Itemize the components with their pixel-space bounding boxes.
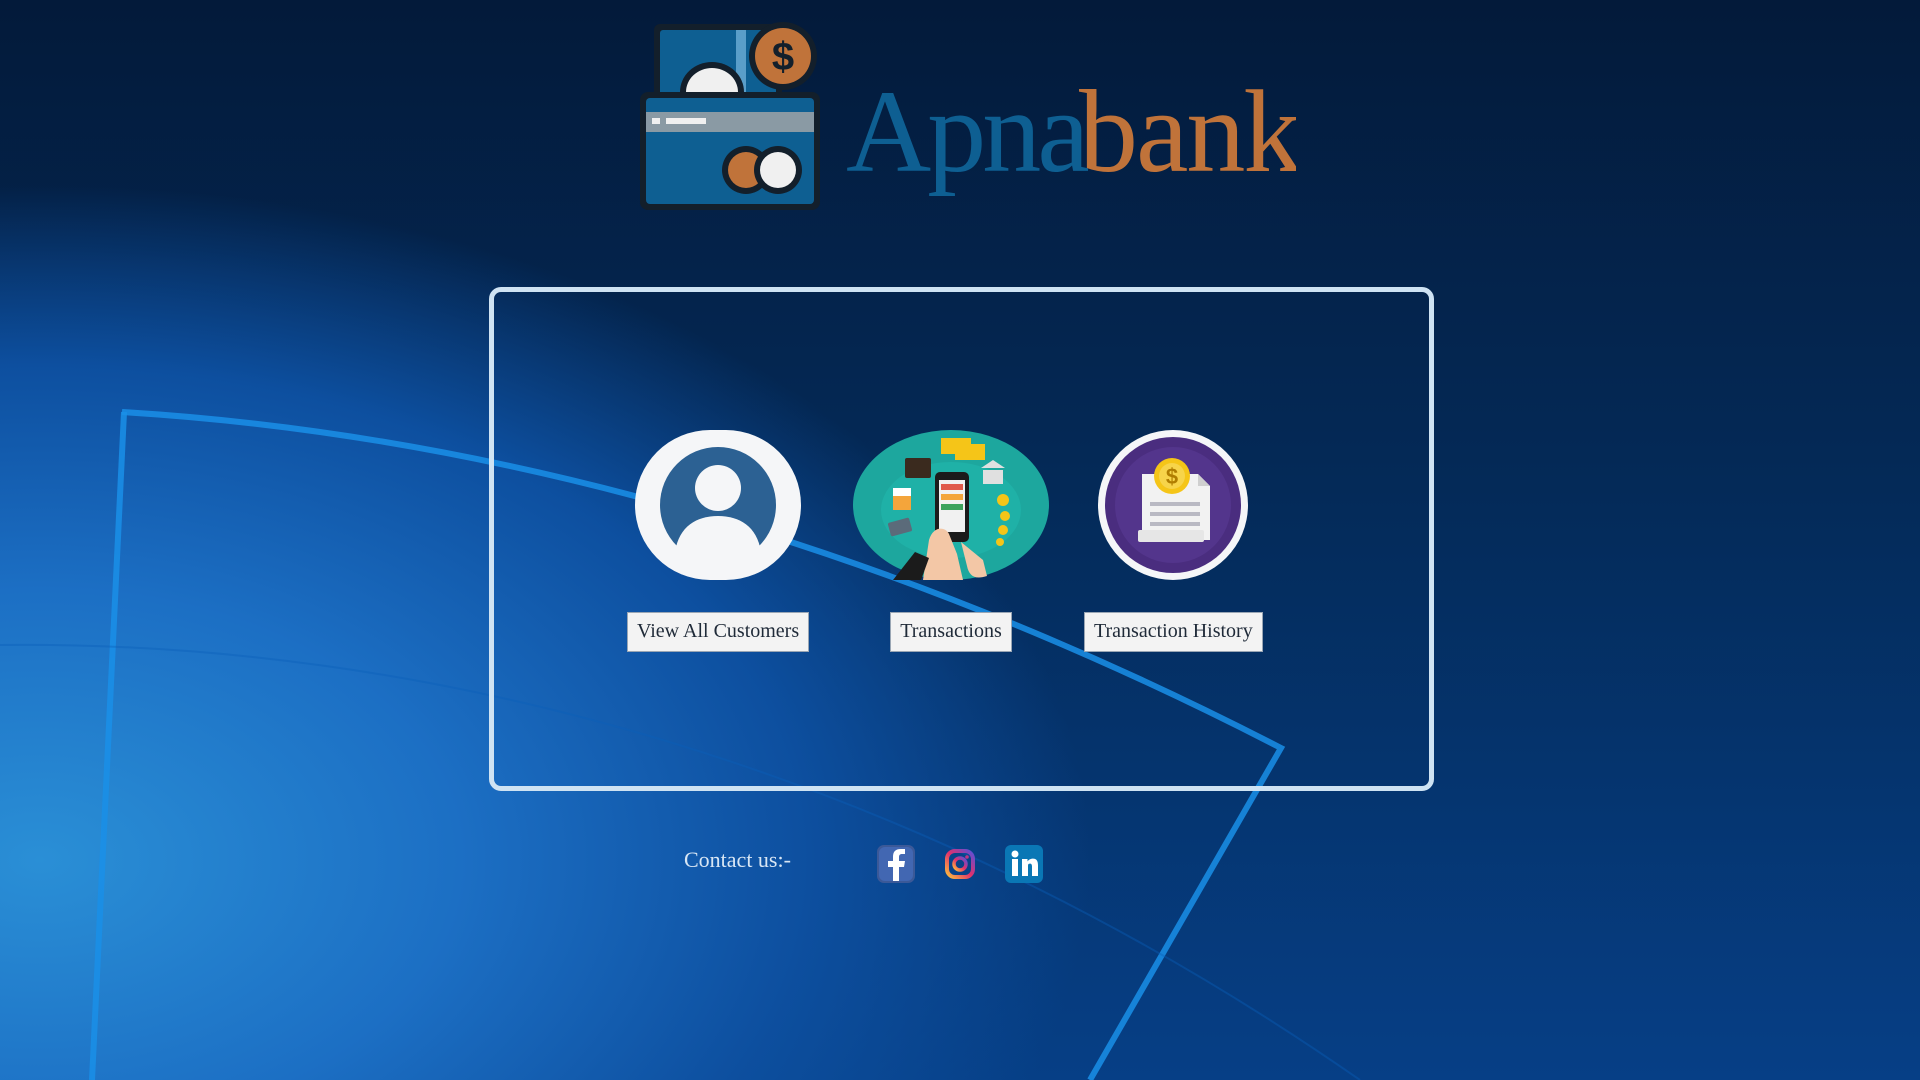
svg-text:$: $ — [1166, 464, 1178, 489]
facebook-icon[interactable] — [877, 845, 915, 883]
transactions-card: Transactions — [853, 430, 1049, 652]
svg-text:$: $ — [772, 35, 794, 79]
transactions-button[interactable]: Transactions — [890, 612, 1012, 652]
logo-text-apna: Apna — [846, 66, 1088, 197]
customers-card: View All Customers — [627, 430, 810, 652]
apna-bank-logo: $ Apna bank — [636, 18, 1304, 214]
receipt-coin-icon[interactable]: $ — [1098, 430, 1249, 580]
wallet-card-icon: $ — [640, 22, 820, 210]
view-all-customers-button[interactable]: View All Customers — [627, 612, 810, 652]
logo-text-bank: bank — [1079, 66, 1296, 197]
contact-label: Contact us:- — [684, 847, 791, 872]
instagram-icon[interactable] — [941, 845, 979, 883]
linkedin-icon[interactable] — [1005, 845, 1043, 883]
mobile-payment-icon[interactable] — [853, 430, 1049, 580]
navigation-panel: View All Customers Transactions $ Transa… — [489, 287, 1434, 791]
transaction-history-card: $ Transaction History — [1084, 430, 1263, 652]
transaction-history-button[interactable]: Transaction History — [1084, 612, 1263, 652]
user-avatar-icon[interactable] — [635, 430, 802, 580]
